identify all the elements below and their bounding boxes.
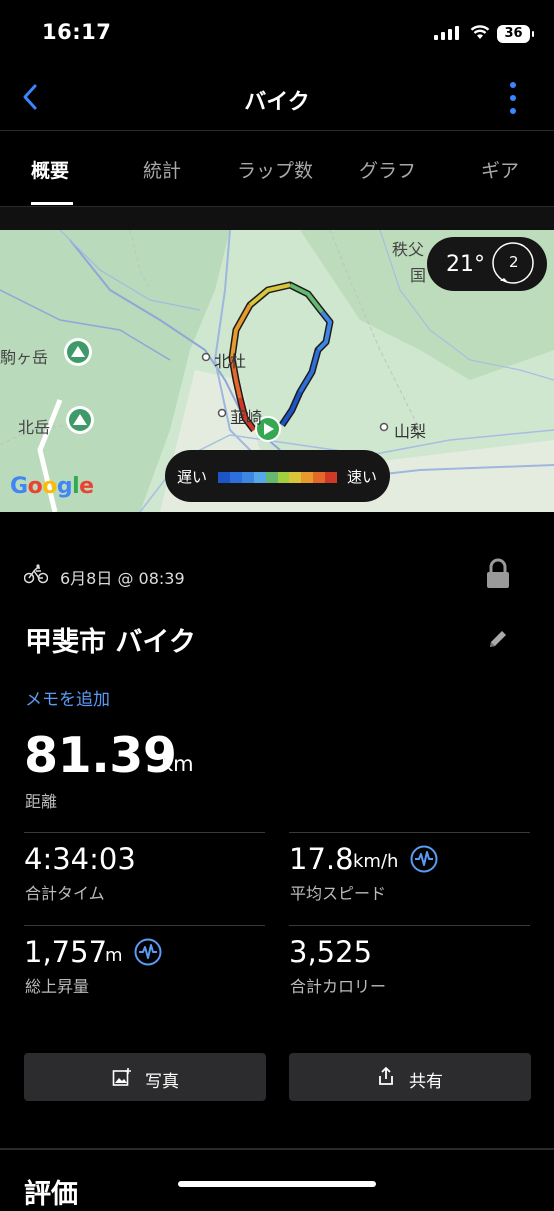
gradient-swatch [265, 472, 278, 483]
more-options-icon[interactable] [503, 82, 523, 114]
wifi-icon [470, 25, 490, 39]
section-divider [0, 1148, 554, 1150]
avg-speed-label: 平均スピード [290, 884, 387, 903]
speed-gradient-bar [218, 472, 338, 483]
add-photo-label: 写真 [145, 1072, 179, 1092]
home-indicator[interactable] [178, 1181, 376, 1187]
gradient-swatch [241, 472, 254, 483]
tab-graphs[interactable]: グラフ [359, 156, 416, 183]
cellular-signal-icon [434, 26, 459, 40]
elevation-gain-value: 1,757 [24, 935, 108, 969]
calories-label: 合計カロリー [290, 977, 387, 996]
status-time: 16:17 [42, 20, 112, 44]
active-tab-indicator [31, 202, 73, 205]
stat-divider [289, 925, 530, 926]
share-label: 共有 [409, 1072, 443, 1092]
map-label-yamanashi: 山梨 [394, 422, 427, 441]
stat-divider [24, 832, 265, 833]
tab-laps[interactable]: ラップ数 [237, 156, 313, 183]
map-label-koku: 国 [410, 266, 427, 285]
add-note-link[interactable]: メモを追加 [25, 685, 110, 710]
gradient-swatch [229, 472, 242, 483]
map-label-komagatake: 駒ヶ岳 [0, 348, 49, 367]
gradient-swatch [301, 472, 314, 483]
distance-unit: km [161, 752, 194, 776]
stat-divider [24, 925, 265, 926]
stat-divider [289, 832, 530, 833]
avg-speed-value: 17.8 [289, 842, 354, 876]
tab-stats[interactable]: 統計 [143, 156, 181, 183]
gradient-swatch [325, 472, 338, 483]
map-label-kitadake: 北岳 [18, 418, 51, 437]
lock-icon[interactable] [485, 558, 511, 590]
rating-section-title: 評価 [24, 1179, 78, 1210]
add-photo-icon [112, 1068, 131, 1086]
gradient-swatch [289, 472, 302, 483]
map-label-chichibu: 秩父 [392, 240, 425, 259]
activity-datetime: 6月8日 @ 08:39 [60, 569, 185, 588]
map-label-hokuto: 北杜 [214, 352, 247, 371]
tab-gear[interactable]: ギア [481, 156, 519, 183]
legend-fast-label: 速い [347, 468, 378, 486]
google-logo: Google [10, 474, 94, 499]
activity-name: 甲斐市 バイク [25, 627, 196, 658]
tab-overview[interactable]: 概要 [31, 156, 69, 183]
total-time-label: 合計タイム [25, 884, 105, 903]
map-label-nirasaki: 韮崎 [230, 408, 263, 427]
edit-pencil-icon[interactable] [487, 628, 509, 650]
header-divider [0, 130, 554, 131]
distance-value: 81.39 [24, 727, 177, 784]
distance-label: 距離 [25, 792, 58, 811]
total-time-value: 4:34:03 [24, 842, 136, 876]
calories-value: 3,525 [289, 935, 373, 969]
wind-speed-value: 2 [509, 253, 519, 271]
share-icon [379, 1067, 393, 1085]
bike-icon [24, 564, 48, 584]
battery-indicator: 36 [497, 25, 534, 43]
legend-slow-label: 遅い [177, 468, 208, 486]
elevation-chart-icon[interactable] [134, 938, 162, 966]
temperature-value: 21° [446, 252, 485, 277]
gradient-swatch [313, 472, 326, 483]
elevation-gain-label: 総上昇量 [25, 977, 90, 996]
elevation-gain-unit: m [105, 945, 123, 966]
avg-speed-unit: km/h [353, 851, 399, 872]
gradient-swatch [277, 472, 290, 483]
gradient-swatch [218, 472, 230, 483]
page-title: バイク [244, 90, 310, 115]
speed-chart-icon[interactable] [410, 845, 438, 873]
gradient-swatch [253, 472, 266, 483]
spacer-band [0, 207, 554, 230]
